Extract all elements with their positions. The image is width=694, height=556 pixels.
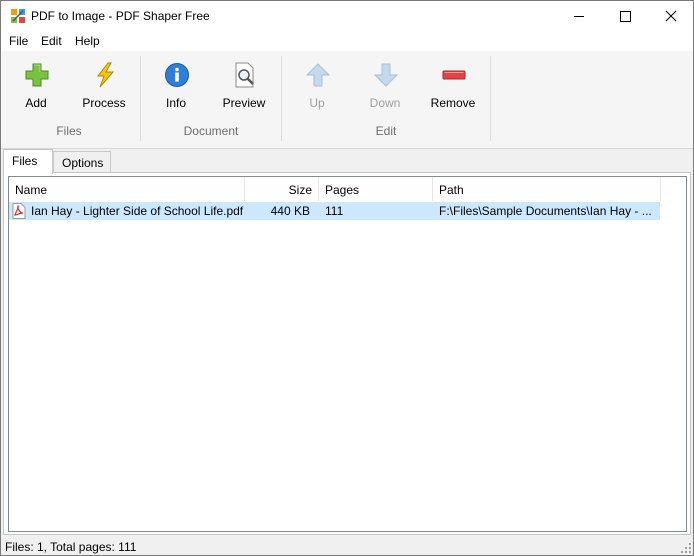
remove-label: Remove [430, 96, 476, 110]
pdf-file-icon [12, 203, 26, 219]
resize-grip-icon[interactable] [681, 543, 691, 553]
group-separator [490, 56, 491, 141]
cell-name: Ian Hay - Lighter Side of School Life.pd… [31, 204, 244, 218]
app-icon [11, 9, 25, 23]
group-separator [140, 56, 141, 141]
info-button[interactable]: Info [146, 59, 206, 119]
cell-pages: 111 [325, 204, 344, 218]
menu-edit[interactable]: Edit [41, 34, 62, 48]
menu-bar: File Edit Help [1, 31, 693, 51]
maximize-icon [620, 11, 631, 22]
close-icon [665, 10, 677, 22]
ribbon-toolbar: Add Process Files Info Preview Document … [1, 51, 693, 149]
down-button[interactable]: Down [355, 59, 415, 119]
files-tab-panel: Name Size Pages Path Ian Hay - Lighter S… [3, 172, 691, 535]
menu-file[interactable]: File [9, 34, 28, 48]
preview-label: Preview [222, 96, 266, 110]
up-label: Up [309, 96, 325, 110]
status-bar: Files: 1, Total pages: 111 [1, 537, 693, 555]
lightning-icon [96, 62, 115, 88]
cell-path: F:\Files\Sample Documents\Ian Hay - ... [439, 204, 652, 218]
arrow-up-icon [305, 63, 331, 87]
down-label: Down [369, 96, 401, 110]
maximize-button[interactable] [602, 1, 648, 31]
status-text: Files: 1, Total pages: 111 [5, 540, 137, 554]
info-icon [165, 63, 189, 87]
table-row[interactable]: Ian Hay - Lighter Side of School Life.pd… [9, 202, 660, 220]
up-button[interactable]: Up [287, 59, 347, 119]
add-label: Add [25, 96, 47, 110]
tab-options[interactable]: Options [53, 151, 111, 172]
app-window: PDF to Image - PDF Shaper Free File Edit… [0, 0, 694, 556]
tab-options-label: Options [62, 156, 104, 170]
magnifier-icon [235, 62, 254, 88]
column-header-name[interactable]: Name [9, 177, 245, 201]
process-button[interactable]: Process [74, 59, 134, 119]
column-header-path[interactable]: Path [433, 177, 661, 201]
plus-icon [25, 63, 49, 87]
tab-files[interactable]: Files [3, 149, 53, 174]
remove-button[interactable]: Remove [423, 59, 483, 119]
minimize-icon [574, 16, 584, 17]
group-edit-label: Edit [375, 124, 397, 138]
title-bar: PDF to Image - PDF Shaper Free [1, 1, 693, 31]
group-files-label: Files [56, 124, 82, 138]
column-header-size[interactable]: Size [245, 177, 319, 201]
column-header-pages[interactable]: Pages [319, 177, 433, 201]
add-button[interactable]: Add [6, 59, 66, 119]
file-list[interactable]: Name Size Pages Path Ian Hay - Lighter S… [8, 176, 687, 532]
window-title: PDF to Image - PDF Shaper Free [31, 9, 210, 23]
menu-help[interactable]: Help [75, 34, 100, 48]
cell-size: 440 KB [270, 204, 310, 218]
minus-icon [442, 70, 466, 80]
group-separator [281, 56, 282, 141]
arrow-down-icon [373, 63, 399, 87]
process-label: Process [82, 96, 126, 110]
preview-button[interactable]: Preview [214, 59, 274, 119]
minimize-button[interactable] [556, 1, 602, 31]
group-document-label: Document [183, 124, 239, 138]
tab-files-label: Files [12, 154, 38, 168]
close-button[interactable] [648, 1, 693, 31]
info-label: Info [165, 96, 186, 110]
